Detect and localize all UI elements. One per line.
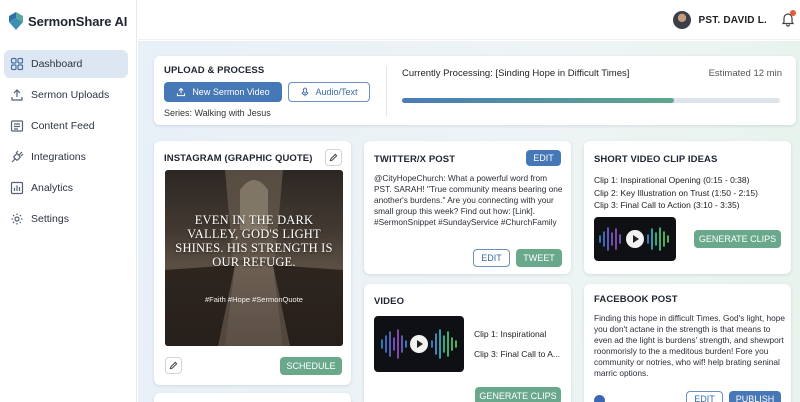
play-icon[interactable] [410,335,428,353]
play-icon[interactable] [626,230,644,248]
quote-text: EVEN IN THE DARK VALLEY, GOD'S LIGHT SHI… [175,213,333,269]
facebook-icon [594,395,605,402]
sidebar-item-analytics[interactable]: Analytics [4,174,128,202]
brand-name: SermonShare AI [28,13,128,29]
clip-ideas-card: SHORT VIDEO CLIP IDEAS Clip 1: Inspirati… [584,141,791,274]
video-clip-3: Clip 3: Final Call to A... [474,349,560,359]
twitter-post-text: @CityHopeChurch: What a powerful word fr… [374,173,563,227]
upload-icon [177,87,186,97]
clip-idea-item: Clip 2: Key Illustration on Trust (1:50 … [594,187,758,198]
video-card: VIDEO Clip 1: Inspirational Clip 3: Fina… [364,284,571,402]
user-menu[interactable]: PST. DAVID L. [673,11,767,29]
edit-quote-button[interactable] [325,149,342,166]
clip-ideas-title: SHORT VIDEO CLIP IDEAS [594,154,718,165]
edit-post-button[interactable] [165,357,182,374]
video-player[interactable] [374,316,464,372]
twitter-card: TWITTER/X POST EDIT @CityHopeChurch: Wha… [364,141,571,274]
user-name: PST. DAVID L. [698,14,767,26]
instagram-title: INSTAGRAM (GRAPHIC QUOTE) [164,153,313,164]
sidebar-item-label: Dashboard [31,58,83,70]
sidebar-item-label: Integrations [31,151,86,163]
divider [386,66,387,116]
video-generate-clips-button[interactable]: GENERATE CLIPS [475,387,561,402]
sidebar-item-label: Sermon Uploads [31,89,110,101]
progress-fill [402,98,675,103]
sidebar: SermonShare AI Dashboard Sermon Uploads … [0,0,137,402]
sidebar-item-label: Analytics [31,182,74,194]
microphone-icon [302,87,309,97]
avatar [673,11,692,29]
sidebar-item-integrations[interactable]: Integrations [4,143,128,171]
next-card [154,393,351,402]
new-sermon-video-label: New Sermon Video [192,87,270,97]
audio-text-button[interactable]: Audio/Text [288,82,370,102]
video-clip-1: Clip 1: Inspirational [474,329,547,339]
bar-chart-icon [10,181,24,195]
tweet-button[interactable]: TWEET [516,249,562,267]
pencil-icon [329,153,338,162]
brand[interactable]: SermonShare AI [8,11,127,31]
clip-ideas-list: Clip 1: Inspirational Opening (0:15 - 0:… [594,174,758,212]
twitter-edit-top-button[interactable]: EDIT [526,150,561,166]
pencil-icon [169,361,178,370]
sidebar-item-sermon-uploads[interactable]: Sermon Uploads [4,81,128,109]
facebook-title: FACEBOOK POST [594,294,678,305]
sidebar-item-label: Content Feed [31,120,95,132]
twitter-edit-button[interactable]: EDIT [473,249,510,267]
facebook-edit-button[interactable]: EDIT [686,391,723,402]
processing-status: Currently Processing: [Sinding Hope in D… [402,68,630,79]
estimated-time: Estimated 12 min [708,68,782,79]
video-title: VIDEO [374,296,405,307]
logo-icon [9,12,23,30]
publish-button[interactable]: PUBLISH [729,391,781,402]
quote-graphic: EVEN IN THE DARK VALLEY, GOD'S LIGHT SHI… [165,170,343,346]
sidebar-nav: Dashboard Sermon Uploads Content Feed In… [4,50,128,236]
generate-clips-button[interactable]: GENERATE CLIPS [694,230,781,248]
clip-idea-item: Clip 1: Inspirational Opening (0:15 - 0:… [594,175,750,185]
upload-title: UPLOAD & PROCESS [164,65,265,76]
clip-preview-player[interactable] [594,217,676,261]
series-text: Series: Walking with Jesus [164,108,271,118]
plug-icon [10,150,24,164]
instagram-card: INSTAGRAM (GRAPHIC QUOTE) EVEN IN THE DA… [154,141,351,385]
facebook-post-text: Finding this hope in difficult Times. Go… [594,313,785,378]
upload-process-card: UPLOAD & PROCESS New Sermon Video Audio/… [154,56,796,125]
notification-dot [790,10,796,16]
main-content: UPLOAD & PROCESS New Sermon Video Audio/… [138,41,800,402]
schedule-button[interactable]: SCHEDULE [280,357,342,375]
progress-bar [402,98,780,103]
sidebar-item-content-feed[interactable]: Content Feed [4,112,128,140]
facebook-card: FACEBOOK POST Finding this hope in diffi… [584,284,791,402]
upload-icon [10,88,24,102]
clip-idea-item: Clip 3: Final Call to Action (3:10 - 3:3… [594,200,740,210]
gear-icon [10,212,24,226]
twitter-title: TWITTER/X POST [374,154,456,165]
audio-text-label: Audio/Text [315,87,358,97]
top-header: PST. DAVID L. [138,0,800,40]
sidebar-item-label: Settings [31,213,69,225]
sidebar-item-settings[interactable]: Settings [4,205,128,233]
grid-icon [10,57,24,71]
feed-icon [10,119,24,133]
sidebar-item-dashboard[interactable]: Dashboard [4,50,128,78]
new-sermon-video-button[interactable]: New Sermon Video [164,82,282,102]
quote-hashtags: #Faith #Hope #SermonQuote [205,295,303,304]
